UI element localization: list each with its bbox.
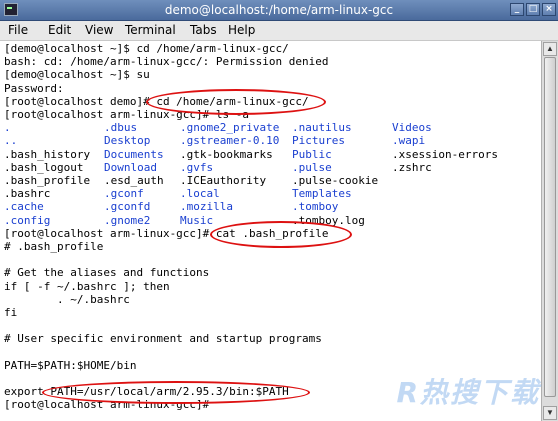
listing-entry: Templates bbox=[292, 187, 352, 201]
listing-entry: .pulse bbox=[292, 160, 332, 174]
terminal-line: [demo@localhost ~]$ su bbox=[4, 68, 150, 82]
listing-entry: .xsession-errors bbox=[392, 147, 498, 161]
listing-entry: .dbus bbox=[104, 121, 138, 135]
listing-entry: .bashrc bbox=[4, 187, 51, 201]
window-title: demo@localhost:/home/arm-linux-gcc bbox=[164, 3, 394, 17]
menu-terminal[interactable]: Terminal bbox=[125, 23, 176, 37]
menu-file[interactable]: File bbox=[8, 23, 28, 37]
annotation-oval-export bbox=[42, 381, 310, 404]
terminal-line: bash: cd: /home/arm-linux-gcc/: Permissi… bbox=[4, 55, 329, 69]
terminal-line: # User specific environment and startup … bbox=[4, 332, 322, 346]
scroll-up-arrow-icon[interactable]: ▲ bbox=[543, 42, 557, 56]
listing-entry: .. bbox=[4, 134, 18, 148]
scroll-down-arrow-icon[interactable]: ▼ bbox=[543, 406, 557, 420]
listing-entry: Download bbox=[104, 160, 157, 174]
listing-entry: .bash_profile bbox=[4, 174, 91, 187]
terminal-line: PATH=$PATH:$HOME/bin bbox=[4, 358, 137, 372]
terminal-line: [demo@localhost ~]$ cd /home/arm-linux-g… bbox=[4, 42, 289, 55]
listing-entry: .esd_auth bbox=[104, 174, 164, 187]
listing-entry: .tomboy bbox=[292, 200, 339, 214]
terminal-line: Password: bbox=[4, 81, 64, 95]
listing-entry: .local bbox=[180, 187, 220, 201]
listing-entry: .gstreamer-0.10 bbox=[180, 134, 280, 148]
listing-entry: .bash_logout bbox=[4, 160, 84, 174]
scroll-thumb[interactable] bbox=[544, 57, 556, 397]
terminal-line: if [ -f ~/.bashrc ]; then bbox=[4, 279, 170, 293]
listing-entry: .pulse-cookie bbox=[292, 174, 379, 187]
listing-entry: Public bbox=[292, 147, 332, 161]
annotation-oval-cat bbox=[210, 221, 352, 248]
menu-view[interactable]: View bbox=[85, 23, 113, 37]
listing-entry: .gnome2 bbox=[104, 213, 151, 227]
close-button[interactable]: × bbox=[542, 3, 556, 16]
listing-entry: .zshrc bbox=[392, 160, 432, 174]
menu-edit[interactable]: Edit bbox=[48, 23, 71, 37]
listing-entry: .nautilus bbox=[292, 121, 352, 135]
listing-entry: Documents bbox=[104, 147, 164, 161]
menu-tabs[interactable]: Tabs bbox=[190, 23, 217, 37]
listing-entry: .ICEauthority bbox=[180, 174, 267, 187]
listing-entry: Videos bbox=[392, 121, 432, 135]
terminal-line: # Get the aliases and functions bbox=[4, 266, 210, 280]
listing-entry: .config bbox=[4, 213, 51, 227]
listing-entry: . bbox=[4, 121, 11, 135]
terminal-line: # .bash_profile bbox=[4, 240, 104, 253]
listing-entry: .gnome2_private bbox=[180, 121, 280, 135]
listing-entry: .mozilla bbox=[180, 200, 233, 214]
listing-entry: Pictures bbox=[292, 134, 345, 148]
annotation-oval-cd bbox=[146, 89, 326, 115]
window-titlebar[interactable]: demo@localhost:/home/arm-linux-gcc _ □ × bbox=[0, 0, 558, 21]
menu-bar: File Edit View Terminal Tabs Help bbox=[0, 21, 558, 41]
listing-entry: .wapi bbox=[392, 134, 426, 148]
terminal-line: fi bbox=[4, 306, 18, 319]
maximize-button[interactable]: □ bbox=[526, 3, 540, 16]
vertical-scrollbar[interactable]: ▲ ▼ bbox=[541, 41, 558, 421]
menu-help[interactable]: Help bbox=[228, 23, 255, 37]
listing-entry: Music bbox=[180, 213, 214, 227]
minimize-button[interactable]: _ bbox=[510, 3, 524, 16]
listing-entry: .cache bbox=[4, 200, 44, 214]
listing-entry: .gvfs bbox=[180, 160, 214, 174]
listing-entry: .gtk-bookmarks bbox=[180, 147, 273, 161]
terminal-line: . ~/.bashrc bbox=[4, 292, 130, 306]
listing-entry: .gconf bbox=[104, 187, 144, 201]
listing-entry: .bash_history bbox=[4, 147, 91, 161]
watermark-logo: R热搜下载 bbox=[396, 376, 540, 409]
listing-entry: Desktop bbox=[104, 134, 151, 148]
listing-entry: .gconfd bbox=[104, 200, 151, 214]
